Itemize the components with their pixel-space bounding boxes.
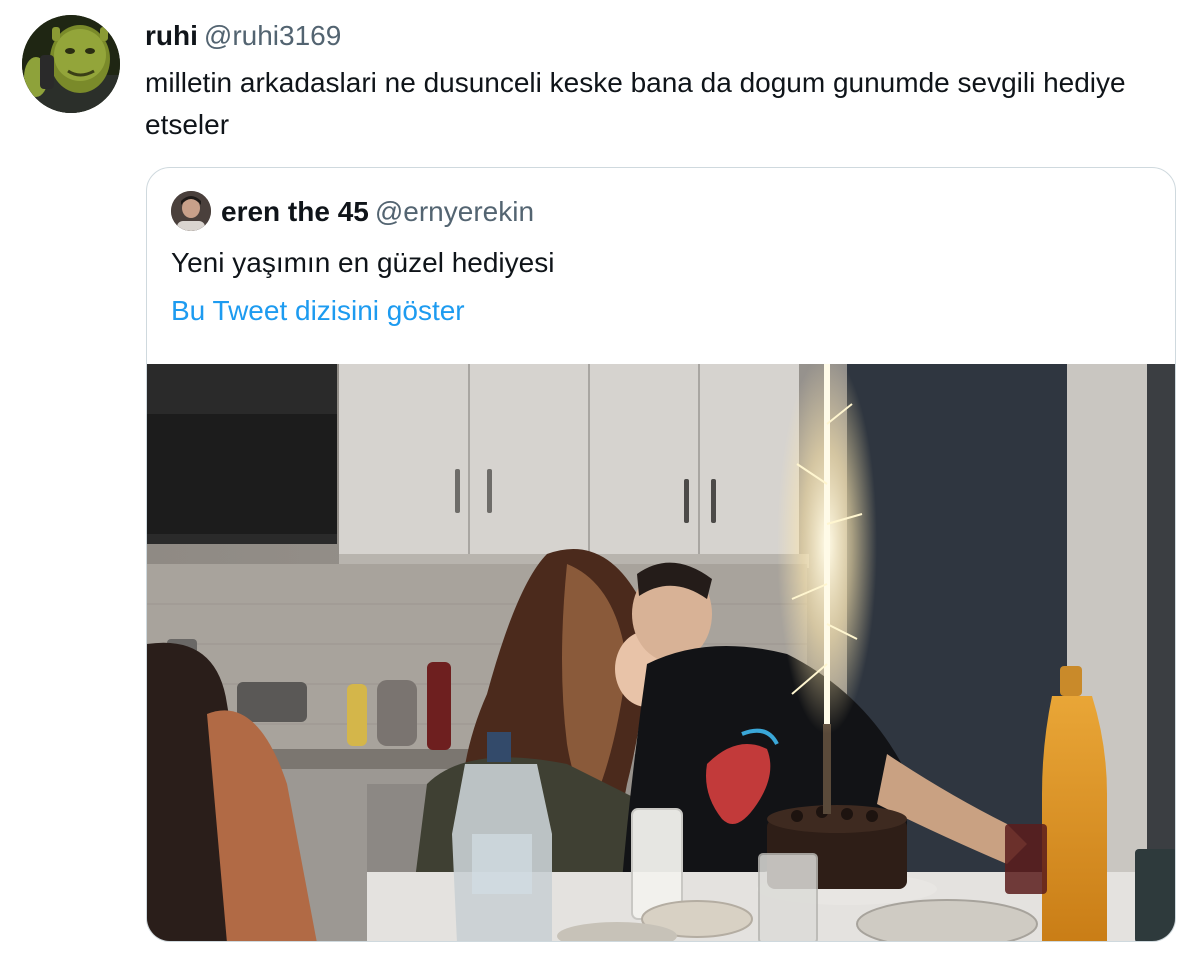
tweet-header: ruhi @ruhi3169 <box>145 18 341 54</box>
quoted-author-handle: @ernyerekin <box>374 196 535 227</box>
author-handle[interactable]: @ruhi3169 <box>204 20 341 51</box>
tweet-text: milletin arkadaslari ne dusunceli keske … <box>145 67 1126 140</box>
author-display-name[interactable]: ruhi <box>145 20 198 51</box>
quoted-tweet-header: eren the 45 @ernyerekin <box>221 194 534 230</box>
quoted-tweet-card[interactable]: eren the 45 @ernyerekin Yeni yaşımın en g… <box>146 167 1176 942</box>
ogre-avatar-image <box>22 15 120 113</box>
quoted-author-avatar <box>171 191 211 231</box>
quoted-author-display-name: eren the 45 <box>221 196 369 227</box>
show-thread-link[interactable]: Bu Tweet dizisini göster <box>171 292 465 330</box>
author-avatar[interactable] <box>22 15 120 113</box>
birthday-photo-image <box>147 364 1175 941</box>
person-avatar-image <box>171 191 211 231</box>
quoted-tweet-photo[interactable] <box>147 364 1175 941</box>
quoted-tweet-text: Yeni yaşımın en güzel hediyesi <box>171 247 555 278</box>
